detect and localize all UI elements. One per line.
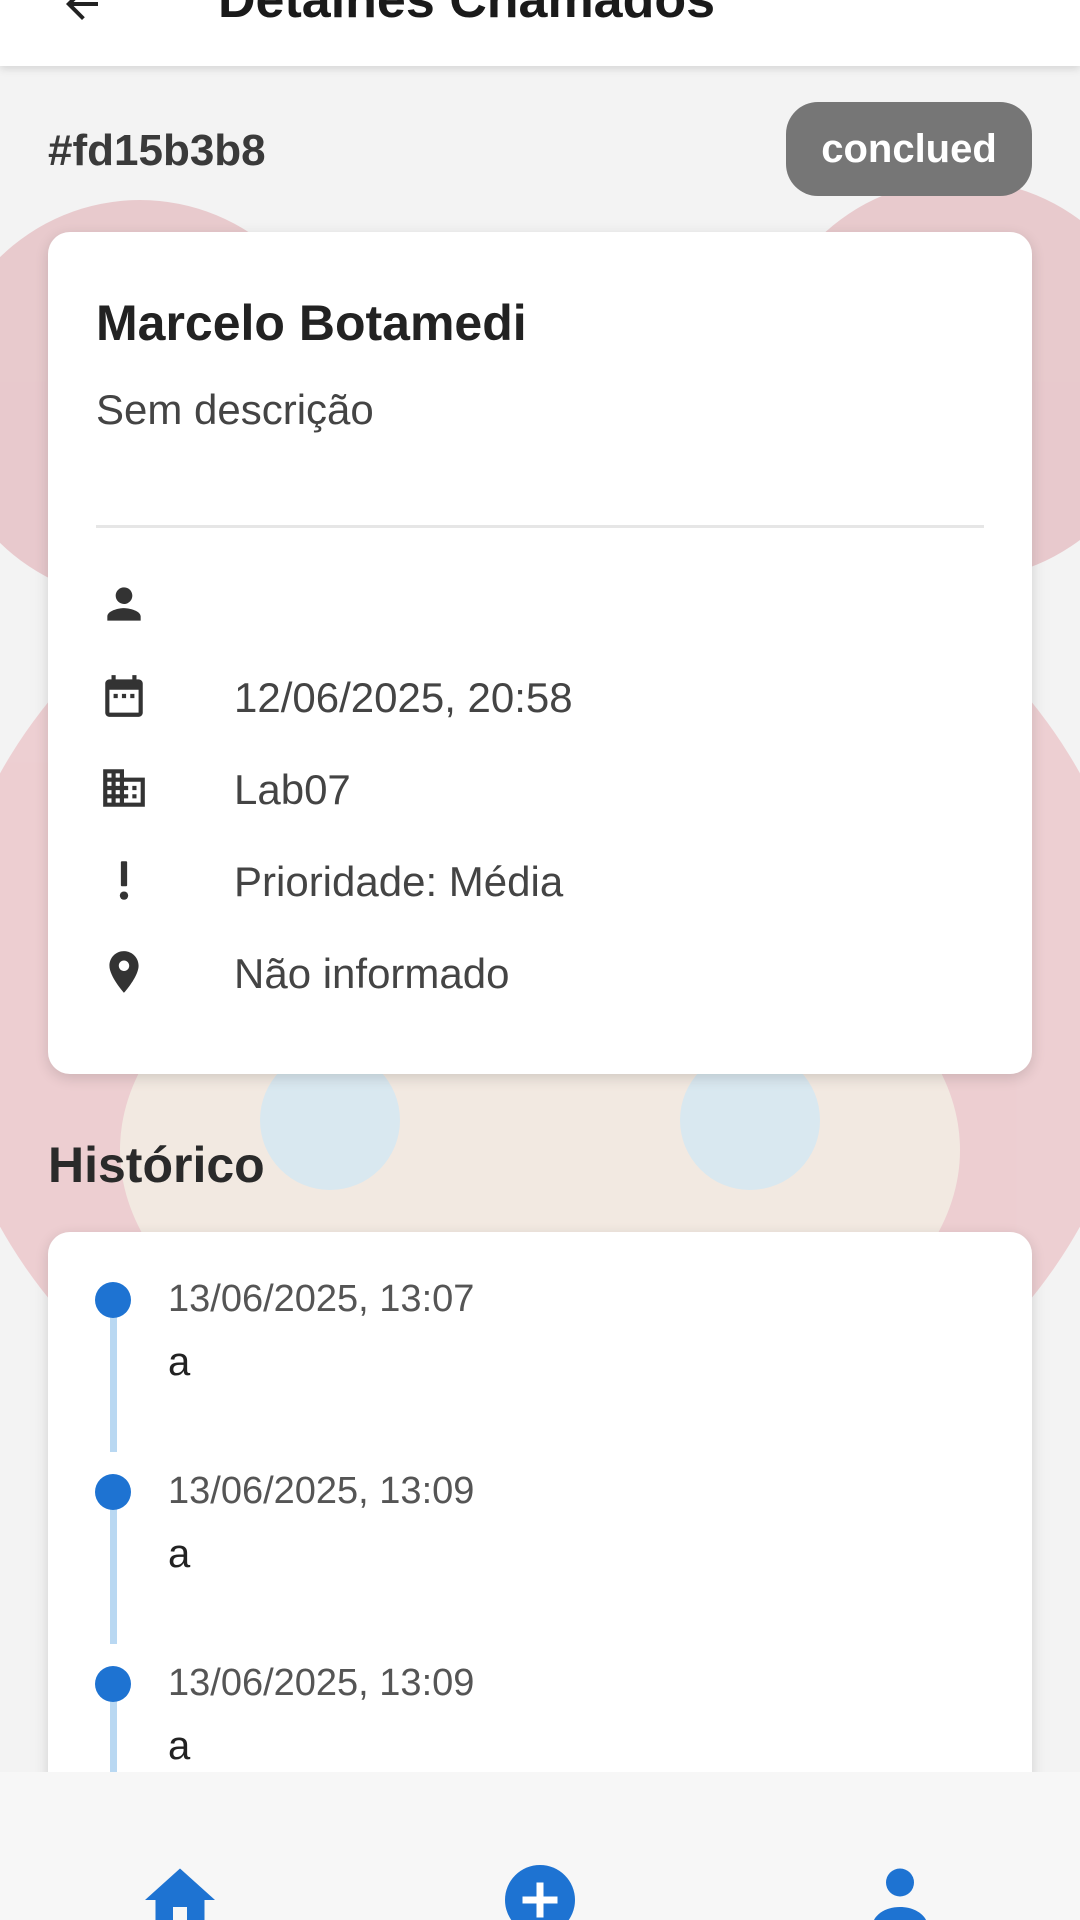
divider: [96, 525, 984, 528]
history-title: Histórico: [48, 1137, 265, 1193]
history-card: 13/06/2025, 13:07 a 13/06/2025, 13:09 a …: [48, 1232, 1032, 1772]
arrow-back-icon: [66, 0, 98, 20]
requester-name: Marcelo Botamedi: [96, 295, 527, 351]
main-content: #fd15b3b8 conclued Marcelo Botamedi Sem …: [0, 66, 1080, 1772]
info-row-location: Lab07: [96, 758, 984, 818]
timeline-connector: [110, 1494, 117, 1644]
ticket-id: #fd15b3b8: [48, 126, 266, 175]
add-circle-icon: [505, 1865, 575, 1920]
priority-text: Prioridade: Média: [234, 858, 564, 905]
exclamation-icon: [96, 852, 152, 908]
back-button[interactable]: [52, 0, 112, 34]
page-title: Detalhes Chamados: [218, 0, 716, 29]
history-entry-date: 13/06/2025, 13:09: [168, 1470, 475, 1512]
app-bar: Detalhes Chamados: [0, 0, 1080, 66]
info-row-person: [96, 574, 984, 634]
nav-add-button[interactable]: [495, 1858, 585, 1920]
timeline-connector: [110, 1302, 117, 1452]
building-icon: [96, 760, 152, 816]
home-icon: [145, 1868, 215, 1920]
timeline-dot: [95, 1282, 131, 1318]
calendar-icon: [96, 668, 152, 724]
ticket-details-card: Marcelo Botamedi Sem descrição 12/06/202…: [48, 232, 1032, 1074]
history-entry-date: 13/06/2025, 13:09: [168, 1662, 475, 1704]
history-entry-text: a: [168, 1724, 191, 1768]
info-row-date: 12/06/2025, 20:58: [96, 666, 984, 726]
info-row-priority: Prioridade: Média: [96, 850, 984, 910]
person-icon: [96, 576, 152, 632]
place-text: Não informado: [234, 950, 510, 997]
profile-icon: [874, 1868, 926, 1920]
nav-home-button[interactable]: [135, 1858, 225, 1920]
lab-text: Lab07: [234, 766, 351, 813]
timeline-dot: [95, 1666, 131, 1702]
info-row-place: Não informado: [96, 942, 984, 1002]
bottom-navigation: [0, 1772, 1080, 1920]
date-text: 12/06/2025, 20:58: [234, 674, 573, 721]
history-entry-date: 13/06/2025, 13:07: [168, 1278, 475, 1320]
status-badge: conclued: [786, 102, 1032, 196]
history-entry-text: a: [168, 1340, 191, 1384]
ticket-description: Sem descrição: [96, 386, 374, 433]
location-pin-icon: [96, 944, 152, 1000]
timeline-dot: [95, 1474, 131, 1510]
history-entry-text: a: [168, 1532, 191, 1576]
nav-profile-button[interactable]: [855, 1858, 945, 1920]
